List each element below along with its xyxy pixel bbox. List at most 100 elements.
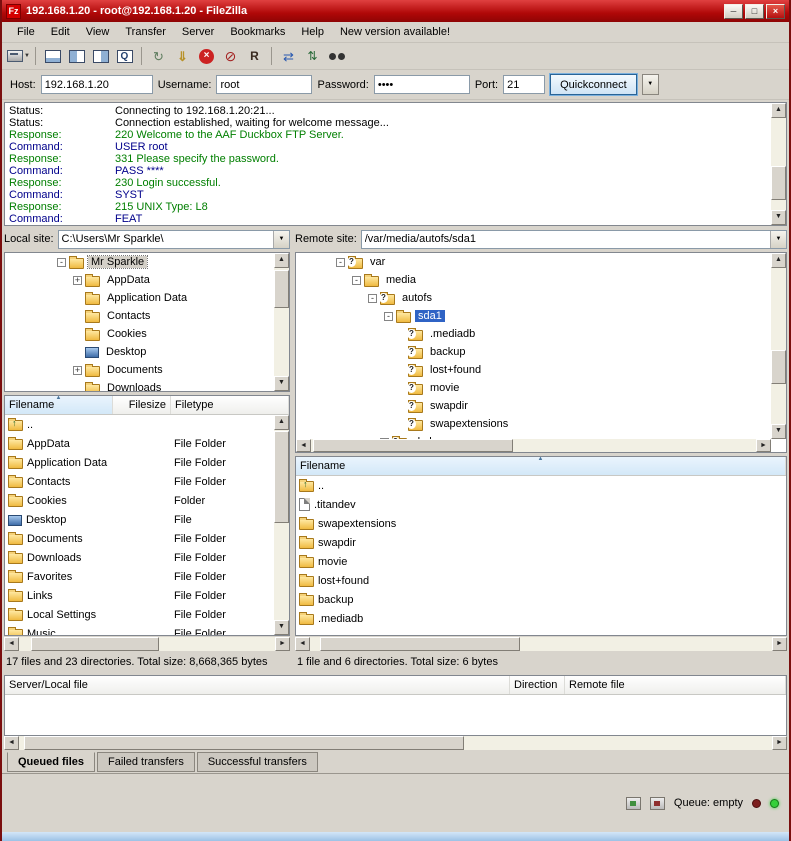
scroll-thumb[interactable] — [320, 637, 520, 651]
remote-file-row[interactable]: .mediadb — [296, 609, 786, 628]
scroll-thumb[interactable] — [24, 736, 464, 750]
scroll-thumb[interactable] — [274, 431, 289, 523]
remote-site-input[interactable] — [362, 232, 770, 247]
menu-edit[interactable]: Edit — [44, 24, 77, 40]
column-header-direction[interactable]: Direction — [510, 676, 565, 694]
scroll-up-icon[interactable]: ▲ — [274, 253, 289, 268]
menu-help[interactable]: Help — [294, 24, 331, 40]
scroll-up-icon[interactable]: ▲ — [274, 415, 289, 430]
remote-tree-scrollbar[interactable]: ▲ ▼ — [771, 253, 786, 439]
reconnect-button[interactable]: R — [243, 45, 266, 67]
expand-icon[interactable] — [73, 276, 82, 285]
scroll-thumb[interactable] — [771, 166, 786, 200]
remote-tree-item[interactable]: backup — [296, 343, 786, 361]
remote-tree-item[interactable]: var — [296, 253, 786, 271]
chevron-down-icon[interactable]: ▼ — [273, 231, 289, 248]
column-header-filename[interactable]: Filename — [5, 396, 113, 414]
scroll-up-icon[interactable]: ▲ — [771, 253, 786, 268]
disconnect-button[interactable]: ⊘ — [219, 45, 242, 67]
queue-body[interactable] — [5, 695, 786, 735]
local-file-row[interactable]: Documents File Folder — [5, 529, 289, 548]
password-input[interactable] — [374, 75, 470, 94]
username-input[interactable] — [216, 75, 312, 94]
toggle-remote-tree-button[interactable] — [89, 45, 112, 67]
tab-successful-transfers[interactable]: Successful transfers — [197, 752, 318, 772]
remote-tree-item-selected[interactable]: sda1 — [296, 307, 786, 325]
local-tree-item[interactable]: AppData — [5, 271, 289, 289]
directory-comparison-toggle-icon[interactable] — [626, 797, 641, 810]
menu-file[interactable]: File — [10, 24, 42, 40]
remote-file-row[interactable]: swapdir — [296, 533, 786, 552]
remote-tree-item[interactable]: autofs — [296, 289, 786, 307]
menu-bookmarks[interactable]: Bookmarks — [223, 24, 292, 40]
local-tree-scrollbar[interactable]: ▲ ▼ — [274, 253, 289, 391]
log-scrollbar[interactable]: ▲ ▼ — [771, 103, 786, 225]
remote-file-row[interactable]: movie — [296, 552, 786, 571]
scroll-down-icon[interactable]: ▼ — [771, 210, 786, 225]
local-tree-item[interactable]: Downloads — [5, 379, 289, 392]
local-file-row[interactable]: Favorites File Folder — [5, 567, 289, 586]
local-tree-item[interactable]: Contacts — [5, 307, 289, 325]
sync-browsing-toggle-icon[interactable] — [650, 797, 665, 810]
local-file-row[interactable]: AppData File Folder — [5, 434, 289, 453]
tab-failed-transfers[interactable]: Failed transfers — [97, 752, 195, 772]
collapse-icon[interactable] — [368, 294, 377, 303]
port-input[interactable] — [503, 75, 545, 94]
local-file-row[interactable]: .. — [5, 415, 289, 434]
toggle-local-tree-button[interactable] — [65, 45, 88, 67]
maximize-button[interactable] — [745, 4, 764, 19]
remote-file-row[interactable]: .titandev — [296, 495, 786, 514]
remote-tree-item[interactable]: .mediadb — [296, 325, 786, 343]
menu-server[interactable]: Server — [175, 24, 221, 40]
tab-queued-files[interactable]: Queued files — [7, 752, 95, 772]
local-list-scrollbar[interactable]: ▲ ▼ — [274, 415, 289, 635]
scroll-down-icon[interactable]: ▼ — [274, 376, 289, 391]
scroll-thumb[interactable] — [313, 439, 513, 452]
local-file-row[interactable]: Links File Folder — [5, 586, 289, 605]
column-header-remote-file[interactable]: Remote file — [565, 676, 786, 694]
local-file-row[interactable]: Music File Folder — [5, 624, 289, 635]
remote-tree-item[interactable]: swapextensions — [296, 415, 786, 433]
scroll-thumb[interactable] — [771, 350, 786, 384]
local-tree-item[interactable]: Cookies — [5, 325, 289, 343]
local-file-row[interactable]: Contacts File Folder — [5, 472, 289, 491]
expand-icon[interactable] — [73, 366, 82, 375]
quickconnect-dropdown-button[interactable]: ▼ — [642, 74, 659, 95]
minimize-button[interactable] — [724, 4, 743, 19]
collapse-icon[interactable] — [352, 276, 361, 285]
remote-site-combo[interactable]: ▼ — [361, 230, 787, 249]
scroll-up-icon[interactable]: ▲ — [771, 103, 786, 118]
chevron-down-icon[interactable]: ▼ — [770, 231, 786, 248]
toggle-message-log-button[interactable] — [41, 45, 64, 67]
scroll-thumb[interactable] — [31, 637, 159, 651]
scroll-left-icon[interactable]: ◄ — [295, 637, 310, 651]
remote-file-row[interactable]: lost+found — [296, 571, 786, 590]
remote-tree-item[interactable]: lost+found — [296, 361, 786, 379]
column-header-filetype[interactable]: Filetype — [171, 396, 289, 414]
cancel-button[interactable]: × — [195, 45, 218, 67]
local-list-hscrollbar[interactable]: ◄ ► — [4, 637, 290, 651]
local-site-combo[interactable]: ▼ — [58, 230, 290, 249]
collapse-icon[interactable] — [57, 258, 66, 267]
menu-new-version[interactable]: New version available! — [333, 24, 457, 40]
menu-view[interactable]: View — [79, 24, 117, 40]
close-button[interactable] — [766, 4, 785, 19]
collapse-icon[interactable] — [336, 258, 345, 267]
remote-file-row[interactable]: backup — [296, 590, 786, 609]
local-file-row[interactable]: Local Settings File Folder — [5, 605, 289, 624]
local-site-input[interactable] — [59, 232, 273, 247]
local-tree-item[interactable]: Desktop — [5, 343, 289, 361]
scroll-right-icon[interactable]: ► — [772, 637, 787, 651]
scroll-right-icon[interactable]: ► — [275, 637, 290, 651]
scroll-left-icon[interactable]: ◄ — [296, 439, 311, 452]
local-tree-item[interactable]: Application Data — [5, 289, 289, 307]
remote-tree-item[interactable]: media — [296, 271, 786, 289]
local-tree-item[interactable]: Documents — [5, 361, 289, 379]
scroll-right-icon[interactable]: ► — [756, 439, 771, 452]
quickconnect-button[interactable]: Quickconnect — [550, 74, 637, 95]
column-header-server-local-file[interactable]: Server/Local file — [5, 676, 510, 694]
remote-list-hscrollbar[interactable]: ◄ ► — [295, 637, 787, 651]
process-queue-button[interactable]: ⇓ — [171, 45, 194, 67]
scroll-left-icon[interactable]: ◄ — [4, 637, 19, 651]
local-file-row[interactable]: Downloads File Folder — [5, 548, 289, 567]
